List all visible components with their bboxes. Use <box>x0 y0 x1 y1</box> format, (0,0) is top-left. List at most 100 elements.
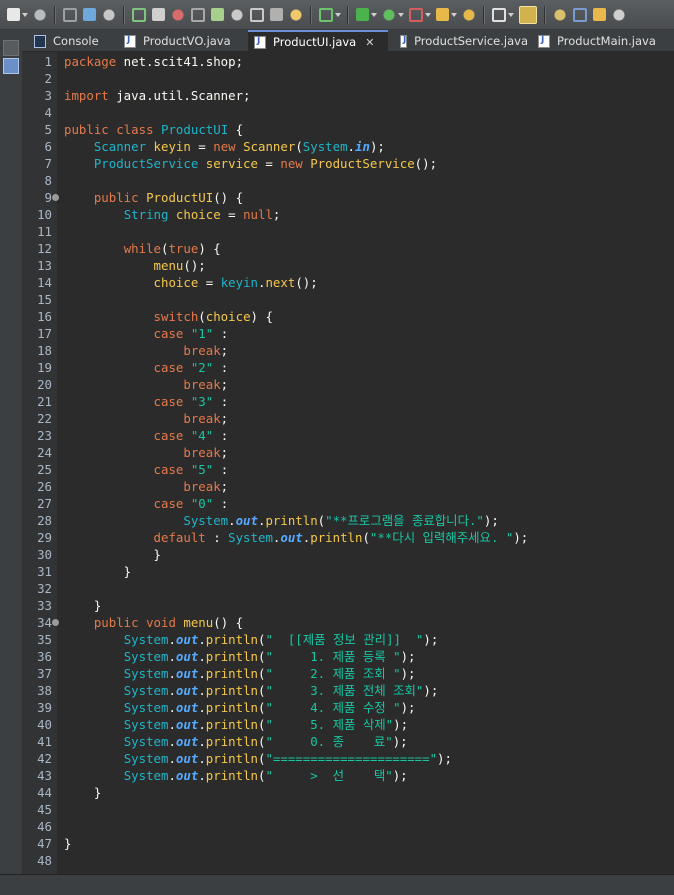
fold-toggle-icon[interactable] <box>52 619 59 626</box>
code-line: } <box>64 563 131 580</box>
tab-label: ProductUI.java <box>273 35 357 49</box>
coverage-icon[interactable] <box>409 7 423 22</box>
code-token: default <box>153 530 206 545</box>
run-last-icon[interactable] <box>381 6 397 23</box>
code-line: System.out.println(" > 선 택"); <box>64 767 408 784</box>
line-number: 38 <box>37 683 52 698</box>
code-token: menu <box>153 258 184 273</box>
code-token: System <box>123 734 169 749</box>
save-icon[interactable] <box>32 6 48 23</box>
code-token: "1" <box>190 326 214 341</box>
save-all-icon[interactable] <box>63 7 77 22</box>
tab-console[interactable]: Console <box>28 30 114 52</box>
code-token: . <box>198 751 206 766</box>
code-line: } <box>64 835 71 852</box>
code-line: break; <box>64 342 228 359</box>
new-icon[interactable] <box>7 8 20 21</box>
code-token: ); <box>437 751 452 766</box>
print-icon[interactable] <box>83 8 96 21</box>
dropdown-caret-icon[interactable] <box>425 12 431 17</box>
toggle-mark-occurrences-icon[interactable] <box>519 5 537 24</box>
code-token: "**프로그램을 종료합니다." <box>325 513 484 528</box>
code-line: break; <box>64 444 228 461</box>
line-number: 11 <box>37 224 52 239</box>
code-token: = <box>257 156 281 171</box>
suspend-icon[interactable] <box>152 8 165 21</box>
tab-productui-java[interactable]: ProductUI.java ✕ <box>248 30 388 52</box>
minimize-icon[interactable] <box>3 40 19 56</box>
close-tab-icon[interactable]: ✕ <box>365 36 374 49</box>
code-editor[interactable]: 1 2 3 4 5 6 7 8 9 10 11 12 13 14 15 16 17 18 19 20 21 22 23 24 2… <box>22 52 674 874</box>
code-line: switch(choice) { <box>64 308 273 325</box>
tab-productmain-java[interactable]: ProductMain.java <box>532 30 672 52</box>
tab-productservice-java[interactable]: ProductService.java <box>394 30 528 52</box>
code-token: . <box>168 632 176 647</box>
line-number: 13 <box>37 258 52 273</box>
code-token: String <box>123 207 169 222</box>
debug-icon[interactable] <box>319 7 333 22</box>
line-number: 46 <box>37 819 52 834</box>
code-token: import <box>64 88 109 103</box>
code-token: ; <box>220 377 229 392</box>
search-icon[interactable] <box>492 7 506 22</box>
highlight-icon[interactable] <box>552 6 568 23</box>
dropdown-caret-icon[interactable] <box>398 12 404 17</box>
code-token: ; <box>220 411 229 426</box>
use-step-filters-icon[interactable] <box>288 6 304 23</box>
toolbar-separator <box>347 5 349 24</box>
code-line: System.out.println(" 4. 제품 수정 "); <box>64 699 416 716</box>
code-token: ; <box>272 207 281 222</box>
resume-icon[interactable] <box>132 7 146 22</box>
line-number: 35 <box>37 632 52 647</box>
step-into-icon[interactable] <box>211 8 224 21</box>
code-token: : <box>213 326 229 341</box>
run-icon[interactable] <box>356 8 369 21</box>
line-number: 33 <box>37 598 52 613</box>
code-token: out <box>175 717 199 732</box>
open-task-icon[interactable] <box>461 6 477 23</box>
code-token: out <box>175 768 199 783</box>
dropdown-caret-icon[interactable] <box>451 12 457 17</box>
package-explorer-icon[interactable] <box>3 58 19 74</box>
code-token: ProductUI <box>161 122 229 137</box>
dropdown-caret-icon[interactable] <box>508 12 514 17</box>
line-number: 9 <box>44 190 52 205</box>
terminate-icon[interactable] <box>170 6 186 23</box>
dropdown-caret-icon[interactable] <box>371 12 377 17</box>
code-token: switch <box>153 309 199 324</box>
code-token: ); <box>513 530 529 545</box>
next-annotation-icon[interactable] <box>573 7 587 22</box>
code-line: case "2" : <box>64 359 229 376</box>
code-token: System <box>302 139 348 154</box>
drop-to-frame-icon[interactable] <box>270 8 283 21</box>
tab-label: ProductVO.java <box>143 34 231 48</box>
fold-toggle-icon[interactable] <box>52 194 59 201</box>
code-token: println <box>205 632 258 647</box>
dropdown-caret-icon[interactable] <box>335 12 341 17</box>
disconnect-icon[interactable] <box>191 7 205 22</box>
back-icon[interactable] <box>611 6 627 23</box>
tab-label: ProductMain.java <box>557 34 656 48</box>
toolbar-separator <box>310 5 312 24</box>
open-type-icon[interactable] <box>436 8 449 21</box>
code-line: System.out.println("**프로그램을 종료합니다."); <box>64 512 498 529</box>
code-token: { <box>228 122 244 137</box>
code-line: case "5" : <box>64 461 229 478</box>
code-token: out <box>175 734 199 749</box>
previous-annotation-icon[interactable] <box>593 8 606 21</box>
line-number: 36 <box>37 649 52 664</box>
step-over-icon[interactable] <box>229 6 245 23</box>
code-line: break; <box>64 478 228 495</box>
skip-breakpoints-icon[interactable] <box>101 6 117 23</box>
step-return-icon[interactable] <box>250 7 264 22</box>
java-file-icon <box>254 35 266 49</box>
code-token: "5" <box>190 462 214 477</box>
tab-productvo-java[interactable]: ProductVO.java <box>118 30 244 52</box>
dropdown-caret-icon[interactable] <box>22 12 28 17</box>
code-line: Scanner keyin = new Scanner(System.in); <box>64 138 385 155</box>
code-token: (); <box>414 156 438 171</box>
